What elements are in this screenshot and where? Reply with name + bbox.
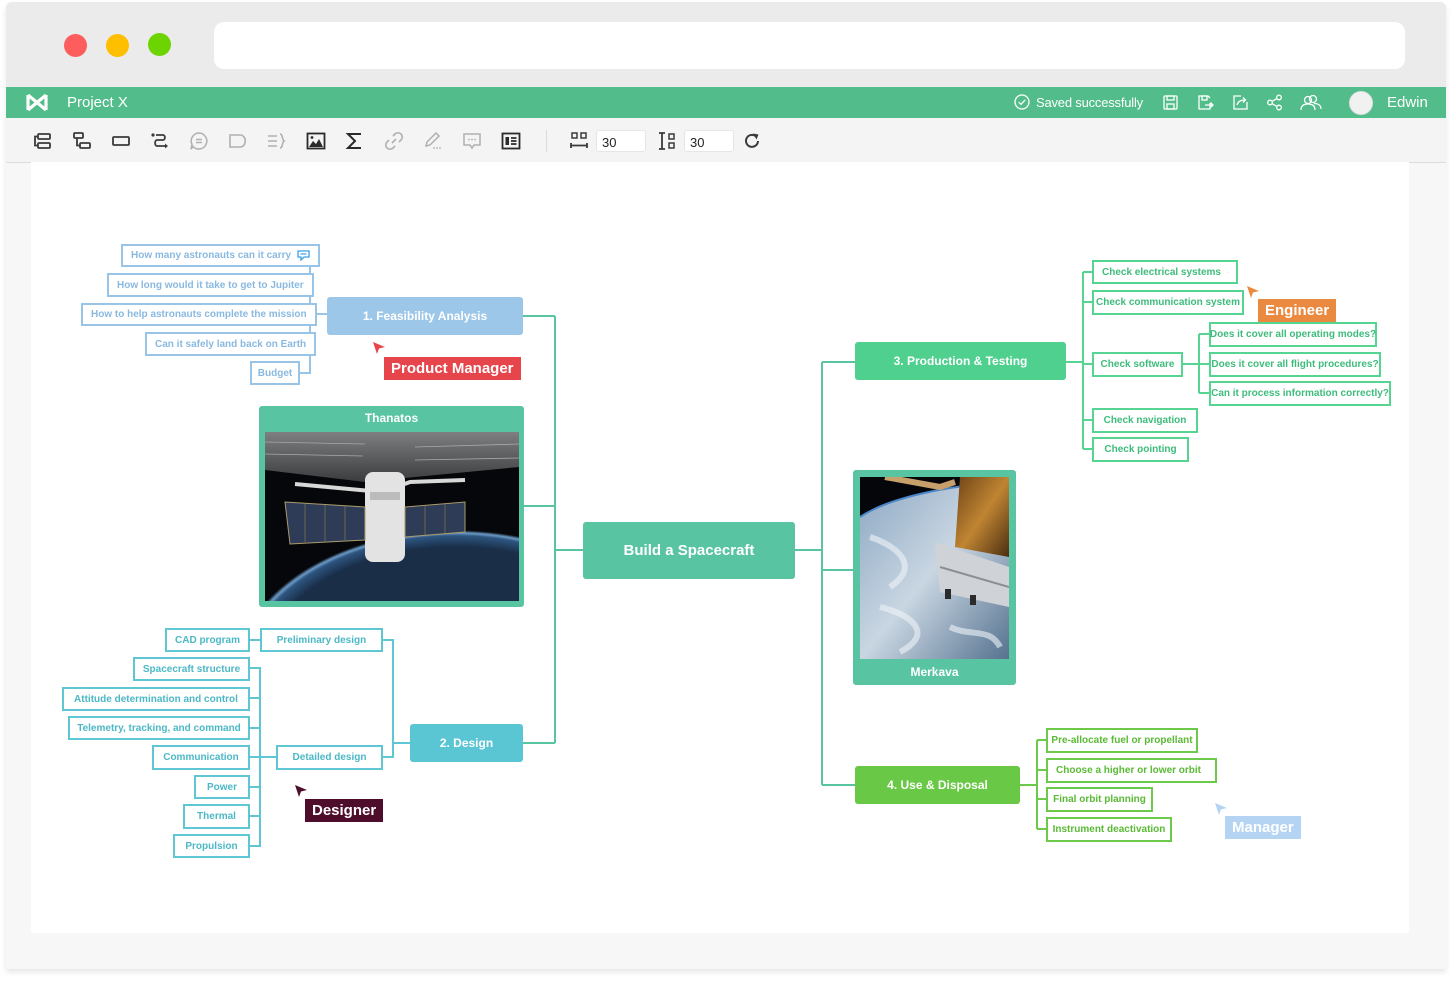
image-caption: Merkava — [910, 665, 959, 679]
subtopic-node[interactable]: Final orbit planning — [1046, 787, 1153, 812]
collaborator-tag-designer: Designer — [305, 799, 384, 822]
collaborator-cursor-icon — [1247, 286, 1259, 298]
spacecraft-photo — [265, 432, 519, 601]
image-topic-thanatos[interactable]: Thanatos — [259, 406, 524, 607]
image-caption: Thanatos — [364, 411, 419, 425]
subtopic-node[interactable]: Does it cover all operating modes? — [1209, 322, 1377, 347]
subtopic-node[interactable]: CAD program — [165, 628, 250, 652]
subtopic-node[interactable]: Power — [194, 775, 250, 799]
subtopic-node[interactable]: Pre-allocate fuel or propellant — [1046, 728, 1198, 753]
subtopic-node[interactable]: Check navigation — [1092, 408, 1198, 433]
collaborator-cursor-icon — [373, 342, 385, 354]
formula-icon[interactable] — [345, 131, 365, 151]
branch-production-testing[interactable]: 3. Production & Testing — [855, 342, 1066, 380]
link-icon — [384, 131, 404, 151]
subtopic-node[interactable]: Check electrical systems — [1092, 260, 1238, 284]
subtopic-node[interactable]: Propulsion — [173, 834, 250, 858]
comment-icon — [462, 131, 482, 151]
subtopic-node[interactable]: Preliminary design — [260, 628, 383, 652]
subtopic-node[interactable]: Budget — [250, 361, 300, 385]
collaborator-cursor-icon — [295, 785, 307, 797]
subtopic-node[interactable]: Check software — [1092, 352, 1183, 377]
horizontal-spacing-icon — [569, 131, 589, 151]
horizontal-spacing-input[interactable] — [596, 130, 646, 152]
subtopic-node[interactable]: Detailed design — [276, 745, 383, 770]
export-icon[interactable] — [1232, 94, 1249, 111]
image-icon[interactable] — [306, 131, 326, 151]
insert-sibling-topic-icon[interactable] — [33, 131, 53, 151]
branch-feasibility-analysis[interactable]: 1. Feasibility Analysis — [327, 297, 523, 335]
vertical-spacing-input[interactable] — [684, 130, 734, 152]
subtopic-node[interactable]: Check pointing — [1092, 437, 1189, 462]
user-name[interactable]: Edwin — [1387, 94, 1428, 111]
subtopic-node[interactable]: Attitude determination and control — [62, 687, 250, 711]
collaborator-cursor-icon — [1215, 803, 1227, 815]
collaborator-tag-manager: Manager — [1225, 816, 1301, 839]
callout-icon — [189, 131, 209, 151]
subtopic-node[interactable]: Communication — [152, 745, 250, 770]
branch-use-disposal[interactable]: 4. Use & Disposal — [855, 766, 1020, 804]
address-bar[interactable] — [214, 22, 1405, 69]
subtopic-node[interactable]: Does it cover all flight procedures? — [1209, 352, 1381, 377]
check-circle-icon — [1014, 94, 1030, 110]
toolbar-separator — [546, 130, 547, 152]
image-topic-merkava[interactable]: Merkava — [853, 470, 1016, 685]
collaborators-icon[interactable] — [1300, 94, 1322, 111]
edit-icon — [423, 131, 443, 151]
collaborator-tag-engineer: Engineer — [1258, 299, 1337, 322]
insert-subtopic-icon[interactable] — [72, 131, 92, 151]
close-window-button[interactable] — [64, 34, 87, 57]
branch-design[interactable]: 2. Design — [410, 724, 523, 762]
user-avatar[interactable] — [1349, 91, 1373, 115]
subtopic-node[interactable]: Thermal — [183, 804, 250, 829]
note-icon[interactable] — [297, 250, 310, 261]
save-status-text: Saved successfully — [1036, 94, 1143, 110]
note-icon[interactable] — [1226, 267, 1228, 278]
title-bar — [6, 2, 1446, 87]
maximize-window-button[interactable] — [148, 33, 171, 56]
share-icon[interactable] — [1266, 94, 1283, 111]
topic-box-icon[interactable] — [111, 131, 131, 151]
outline-icon[interactable] — [501, 131, 521, 151]
subtopic-node[interactable]: How long would it take to get to Jupiter — [107, 273, 314, 297]
save-as-icon[interactable] — [1197, 94, 1214, 111]
subtopic-node[interactable]: Instrument deactivation — [1046, 817, 1172, 842]
subtopic-node[interactable]: Telemetry, tracking, and command — [68, 716, 250, 740]
toolbar — [6, 118, 1446, 163]
subtopic-node[interactable]: Check communication system — [1092, 290, 1244, 315]
root-topic[interactable]: Build a Spacecraft — [583, 522, 795, 579]
project-title[interactable]: Project X — [67, 94, 128, 111]
spacecraft-photo — [860, 477, 1009, 659]
vertical-spacing-icon — [657, 131, 677, 151]
collaborator-tag-product-manager: Product Manager — [384, 357, 521, 380]
minimize-window-button[interactable] — [106, 34, 129, 57]
summary-icon — [267, 131, 287, 151]
save-icon[interactable] — [1162, 94, 1179, 111]
subtopic-node[interactable]: Choose a higher or lower orbit — [1046, 758, 1217, 783]
boundary-icon — [228, 131, 248, 151]
subtopic-node[interactable]: Spacecraft structure — [133, 657, 250, 681]
subtopic-label: How many astronauts can it carry — [131, 250, 292, 261]
subtopic-node[interactable]: How to help astronauts complete the miss… — [81, 303, 317, 326]
app-logo-icon[interactable] — [26, 93, 48, 112]
subtopic-node[interactable]: Can it safely land back on Earth — [145, 332, 317, 356]
relationship-icon[interactable] — [150, 131, 170, 151]
refresh-icon[interactable] — [742, 131, 762, 151]
save-status: Saved successfully — [1014, 94, 1143, 110]
subtopic-label: Check electrical systems — [1102, 266, 1221, 278]
subtopic-node[interactable]: How many astronauts can it carry — [121, 244, 321, 267]
subtopic-node[interactable]: Can it process information correctly? — [1209, 381, 1391, 406]
app-header: Project X Saved successfully Edwin — [6, 87, 1446, 118]
subtopic-label: Choose a higher or lower orbit — [1056, 765, 1202, 776]
